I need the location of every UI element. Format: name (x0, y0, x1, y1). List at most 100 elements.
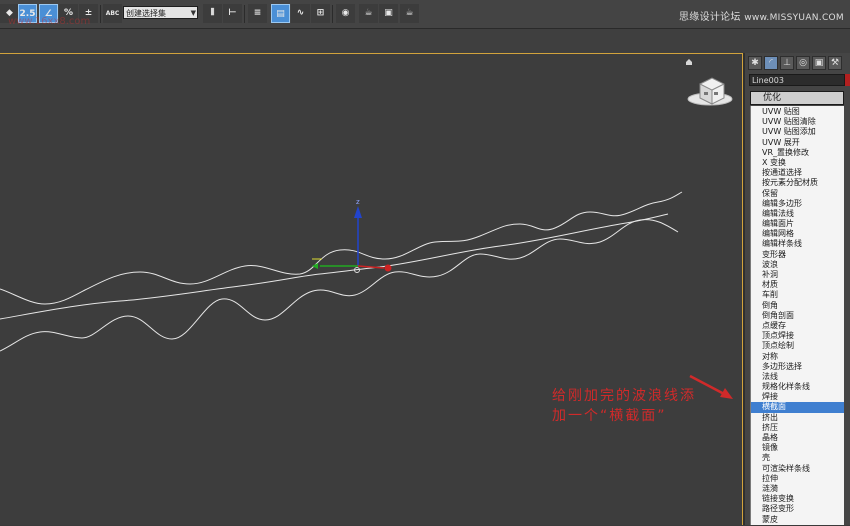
curve-editor-icon: ∿ (291, 4, 310, 23)
object-name-field[interactable]: Line003 (749, 74, 845, 86)
modifier-list-item[interactable]: 编辑样条线 (751, 239, 844, 249)
create-icon: ✱ (749, 57, 761, 69)
schematic-icon: ⊞ (311, 4, 330, 23)
wave-line-bottom[interactable] (0, 220, 678, 351)
modifier-list-item[interactable]: 涟漪 (751, 484, 844, 494)
tab-hierarchy[interactable]: ⊥ (780, 56, 794, 70)
named-selection-set-dropdown[interactable]: 创建选择集 ▼ (123, 6, 198, 19)
ribbon-icon: ▤ (272, 5, 289, 24)
modifier-list-item[interactable]: X 变换 (751, 158, 844, 168)
viewport-scene: z (0, 54, 742, 526)
chevron-down-icon: ▼ (191, 7, 196, 20)
tutorial-annotation: 给刚加完的波浪线添加一个“横截面” (552, 386, 702, 426)
align-icon: ⊢ (223, 4, 242, 23)
watermark: www.16xx8.com (8, 16, 90, 27)
home-icon[interactable] (686, 59, 692, 65)
modifier-list-item[interactable]: 按通道选择 (751, 168, 844, 178)
tab-utilities[interactable]: ⚒ (828, 56, 842, 70)
modifier-list-item[interactable]: 保留 (751, 189, 844, 199)
command-panel: ✱ ◜ ⊥ ◎ ▣ ⚒ Line003 优化 UVW 贴图UVW 贴图清除UVW… (745, 53, 850, 525)
modifier-list-item[interactable]: 按元素分配材质 (751, 178, 844, 188)
transform-gizmo[interactable]: z (312, 198, 392, 273)
viewcube[interactable] (688, 78, 732, 105)
wrench-icon: ⚒ (829, 57, 841, 69)
modifier-list-item[interactable]: 倒角 (751, 301, 844, 311)
modify-icon: ◜ (765, 57, 777, 69)
modifier-list-item[interactable]: 规格化样条线 (751, 382, 844, 392)
schematic-view-button[interactable]: ⊞ (311, 4, 330, 23)
modifier-list-item[interactable]: UVW 贴图 (751, 107, 844, 117)
modifier-list-item[interactable]: 对称 (751, 352, 844, 362)
modifier-list-item[interactable]: 蒙皮 (751, 515, 844, 525)
tab-motion[interactable]: ◎ (796, 56, 810, 70)
layers-icon: ≡ (248, 4, 267, 23)
toolbar-separator (332, 5, 333, 23)
graphite-ribbon-button[interactable]: ▤ (271, 4, 290, 23)
perspective-viewport[interactable]: z 给刚加完的波浪线添加一个“横截面” (0, 53, 743, 525)
modifier-list-item[interactable]: 点缓存 (751, 321, 844, 331)
rendered-frame-button[interactable]: ▣ (379, 4, 398, 23)
modifier-list-item[interactable]: 编辑面片 (751, 219, 844, 229)
modifier-list-item[interactable]: 挤压 (751, 423, 844, 433)
secondary-toolbar (0, 29, 850, 54)
modifier-list-item[interactable]: 可渲染样条线 (751, 464, 844, 474)
modifier-list-item[interactable]: 路径变形 (751, 504, 844, 514)
modifier-list-item[interactable]: UVW 贴图添加 (751, 127, 844, 137)
modifier-list-item[interactable]: 焊接 (751, 392, 844, 402)
modifier-list-item[interactable]: 法线 (751, 372, 844, 382)
modifier-list-item[interactable]: 多边形选择 (751, 362, 844, 372)
hierarchy-icon: ⊥ (781, 57, 793, 69)
modifier-list-item[interactable]: 材质 (751, 280, 844, 290)
modifier-list-item[interactable]: 编辑网格 (751, 229, 844, 239)
tab-create[interactable]: ✱ (748, 56, 762, 70)
modifier-list-item[interactable]: 变形器 (751, 250, 844, 260)
align-button[interactable]: ⊢ (223, 4, 242, 23)
main-toolbar: ◆ 2.5 ∠ % ± ABC 创建选择集 ▼ ⫴ ⊢ ≡ ▤ ∿ ⊞ ◉ ☕ … (0, 0, 850, 29)
modifier-list-item[interactable]: 倒角剖面 (751, 311, 844, 321)
modifier-list-item[interactable]: UVW 展开 (751, 138, 844, 148)
material-editor-button[interactable]: ◉ (336, 4, 355, 23)
mirror-icon: ⫴ (203, 4, 222, 23)
modifier-list-item[interactable]: 拉伸 (751, 474, 844, 484)
toolbar-separator (244, 5, 245, 23)
svg-text:z: z (356, 198, 360, 206)
object-color-swatch[interactable] (845, 74, 850, 86)
edit-named-selection-button[interactable]: ABC (103, 4, 122, 23)
teapot-icon: ☕ (400, 4, 419, 23)
layer-manager-button[interactable]: ≡ (248, 4, 267, 23)
modifier-list-item[interactable]: 链接变换 (751, 494, 844, 504)
wave-line-top[interactable] (0, 192, 682, 304)
modifier-list-item[interactable]: 晶格 (751, 433, 844, 443)
selection-set-value: 创建选择集 (126, 9, 166, 18)
material-icon: ◉ (336, 4, 355, 23)
mirror-button[interactable]: ⫴ (203, 4, 222, 23)
frame-window-icon: ▣ (379, 4, 398, 23)
modifier-list-item[interactable]: 补洞 (751, 270, 844, 280)
tab-display[interactable]: ▣ (812, 56, 826, 70)
tab-modify[interactable]: ◜ (764, 56, 778, 70)
modifier-list: UVW 贴图UVW 贴图清除UVW 贴图添加UVW 展开VR_置换修改X 变换按… (750, 106, 844, 525)
display-icon: ▣ (813, 57, 825, 69)
modifier-list-item[interactable]: 顶点绘制 (751, 341, 844, 351)
modifier-list-item[interactable]: 车削 (751, 290, 844, 300)
motion-icon: ◎ (797, 57, 809, 69)
modifier-list-dropdown[interactable]: 优化 (750, 91, 844, 105)
render-setup-button[interactable]: ☕ (359, 4, 378, 23)
modifier-list-item[interactable]: 壳 (751, 453, 844, 463)
modifier-list-item[interactable]: 编辑多边形 (751, 199, 844, 209)
site-brand: 思缘设计论坛 www.MISSYUAN.COM (679, 8, 844, 23)
modifier-list-item[interactable]: 挤出 (751, 413, 844, 423)
modifier-list-item[interactable]: 编辑法线 (751, 209, 844, 219)
brand-url: www.MISSYUAN.COM (744, 13, 844, 23)
modifier-list-item[interactable]: UVW 贴图清除 (751, 117, 844, 127)
render-production-button[interactable]: ☕ (400, 4, 419, 23)
modifier-list-item[interactable]: 顶点焊接 (751, 331, 844, 341)
modifier-list-item[interactable]: VR_置换修改 (751, 148, 844, 158)
toolbar-separator (100, 5, 101, 23)
modifier-list-item[interactable]: 波浪 (751, 260, 844, 270)
curve-editor-button[interactable]: ∿ (291, 4, 310, 23)
modifier-list-item[interactable]: 镜像 (751, 443, 844, 453)
named-selection-icon: ABC (103, 4, 122, 23)
teapot-icon: ☕ (359, 4, 378, 23)
modifier-list-item[interactable]: 横截面 (751, 402, 844, 412)
